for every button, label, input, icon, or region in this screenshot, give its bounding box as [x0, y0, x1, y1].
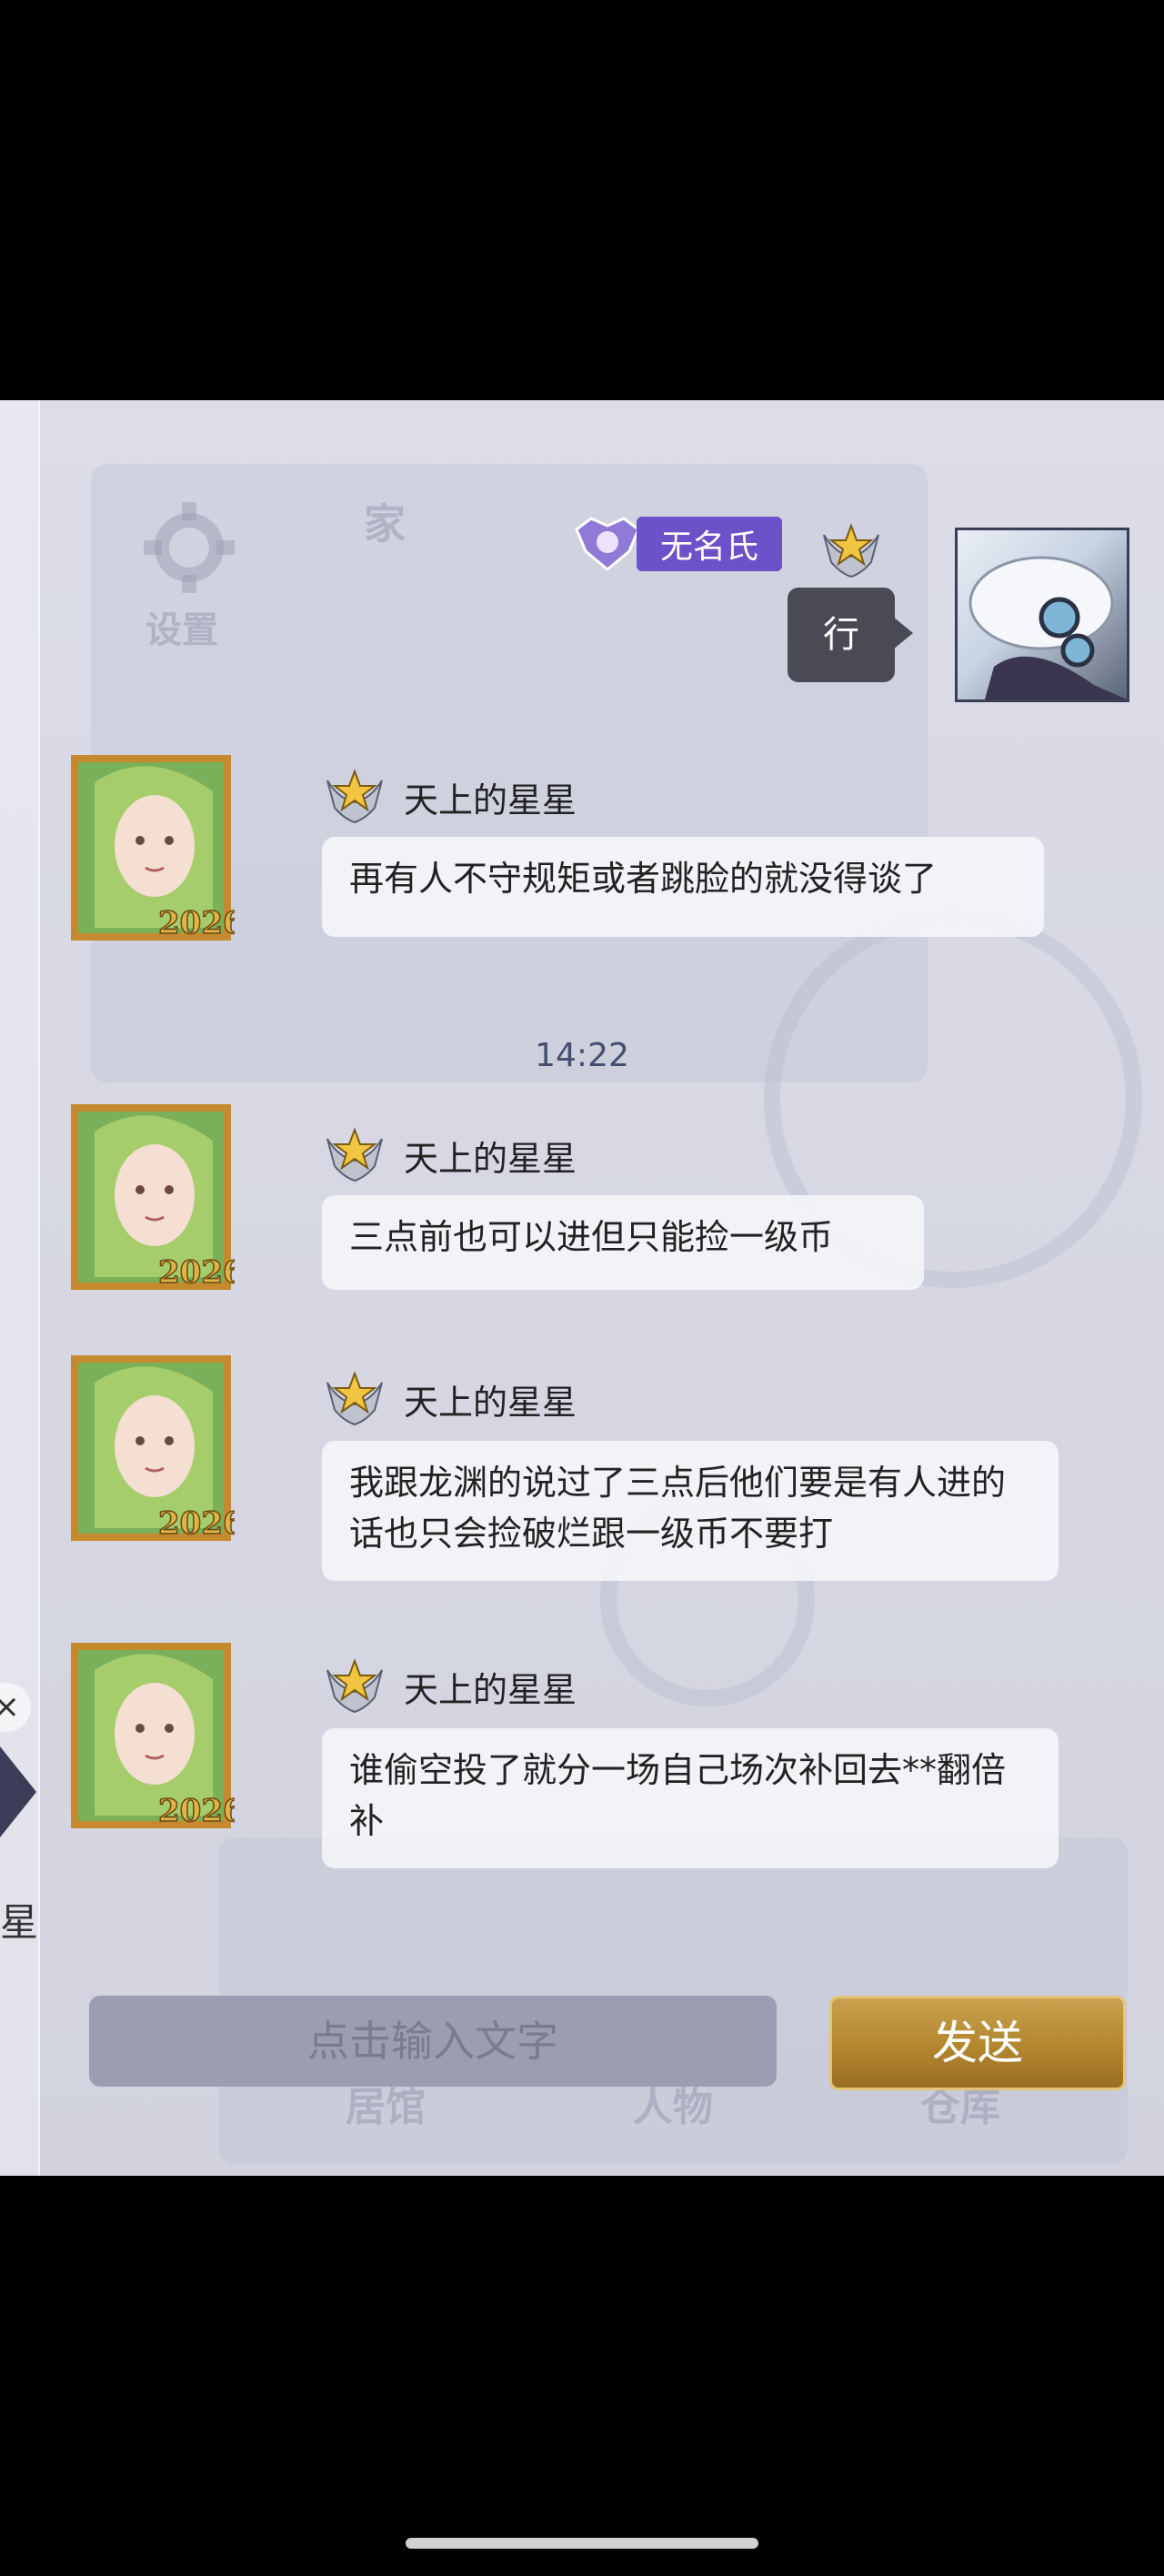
- wing-badge-icon: [326, 1658, 383, 1714]
- sender-name: 无名氏: [637, 517, 783, 571]
- chat-message: 2026 天上的星星 再有人不守规矩或者跳脸的就没得谈了: [0, 746, 1164, 1019]
- message-bubble: 谁偷空投了就分一场自己场次补回去**翻倍补: [322, 1728, 1059, 1868]
- chat-message: 2026 天上的星星 三点前也可以进但只能捡一级币: [0, 1095, 1164, 1332]
- avatar-portrait-icon: 2026: [71, 1643, 245, 1830]
- wing-badge-icon: [326, 1371, 383, 1426]
- rank-emblem-icon: [575, 517, 640, 571]
- sender-name: 天上的星星: [404, 1669, 577, 1710]
- message-text: 谁偷空投了就分一场自己场次补回去**翻倍补: [349, 1750, 1007, 1841]
- wing-badge-icon: [326, 769, 383, 824]
- message-text: 三点前也可以进但只能捡一级币: [349, 1217, 834, 1257]
- svg-text:2026: 2026: [158, 1254, 235, 1291]
- timestamp: 14:22: [535, 1037, 629, 1074]
- message-bubble: 再有人不守规矩或者跳脸的就没得谈了: [322, 837, 1044, 937]
- name-tag: 无名氏: [571, 517, 783, 571]
- svg-text:2026: 2026: [158, 905, 235, 941]
- sender-row: 天上的星星: [320, 1121, 577, 1190]
- send-button-label: 发送: [932, 2017, 1023, 2069]
- home-indicator[interactable]: [406, 2538, 758, 2549]
- svg-text:2026: 2026: [158, 1505, 235, 1542]
- chat-message-self: 无名氏 行: [0, 400, 1164, 728]
- message-bubble: 行: [788, 588, 895, 682]
- input-placeholder: 点击输入文字: [307, 2017, 558, 2066]
- avatar-portrait-icon: 2026: [71, 1104, 245, 1292]
- game-screen: 设置 家 居馆 人物 仓库 × 星 无名氏 行 2026 天上的星星 再有人不守…: [0, 400, 1164, 2176]
- message-bubble: 三点前也可以进但只能捡一级币: [322, 1195, 924, 1290]
- message-bubble: 我跟龙渊的说过了三点后他们要是有人进的话也只会捡破烂跟一级币不要打: [322, 1441, 1059, 1581]
- sender-name: 天上的星星: [404, 1382, 577, 1423]
- chat-input-field[interactable]: 点击输入文字: [89, 1996, 777, 2087]
- message-text: 行: [823, 614, 859, 656]
- avatar-portrait-icon: 2026: [71, 1355, 245, 1543]
- message-text: 再有人不守规矩或者跳脸的就没得谈了: [349, 859, 938, 899]
- sender-name: 天上的星星: [404, 1138, 577, 1179]
- sender-avatar[interactable]: 2026: [67, 1346, 245, 1550]
- sender-row: 天上的星星: [320, 1364, 577, 1434]
- chat-message: 2026 天上的星星 谁偷空投了就分一场自己场次补回去**翻倍补: [0, 1634, 1164, 1907]
- message-text: 我跟龙渊的说过了三点后他们要是有人进的话也只会捡破烂跟一级币不要打: [349, 1463, 1007, 1554]
- bubble-tail: [893, 617, 913, 649]
- sender-row: 天上的星星: [320, 762, 577, 831]
- sender-avatar[interactable]: 2026: [67, 1634, 245, 1837]
- sender-avatar[interactable]: 2026: [67, 746, 245, 950]
- sender-row: 天上的星星: [320, 1652, 577, 1721]
- chat-message: 2026 天上的星星 我跟龙渊的说过了三点后他们要是有人进的话也只会捡破烂跟一级…: [0, 1346, 1164, 1619]
- sender-name: 天上的星星: [404, 780, 577, 820]
- sender-avatar[interactable]: 2026: [67, 1095, 245, 1299]
- wing-badge-icon: [326, 1127, 383, 1182]
- wing-badge-icon: [823, 523, 879, 579]
- user-avatar[interactable]: [955, 528, 1129, 702]
- avatar-portrait-icon: 2026: [71, 755, 245, 942]
- send-button[interactable]: 发送: [829, 1996, 1126, 2090]
- avatar-figure-icon: [968, 556, 1127, 699]
- svg-text:2026: 2026: [158, 1793, 235, 1829]
